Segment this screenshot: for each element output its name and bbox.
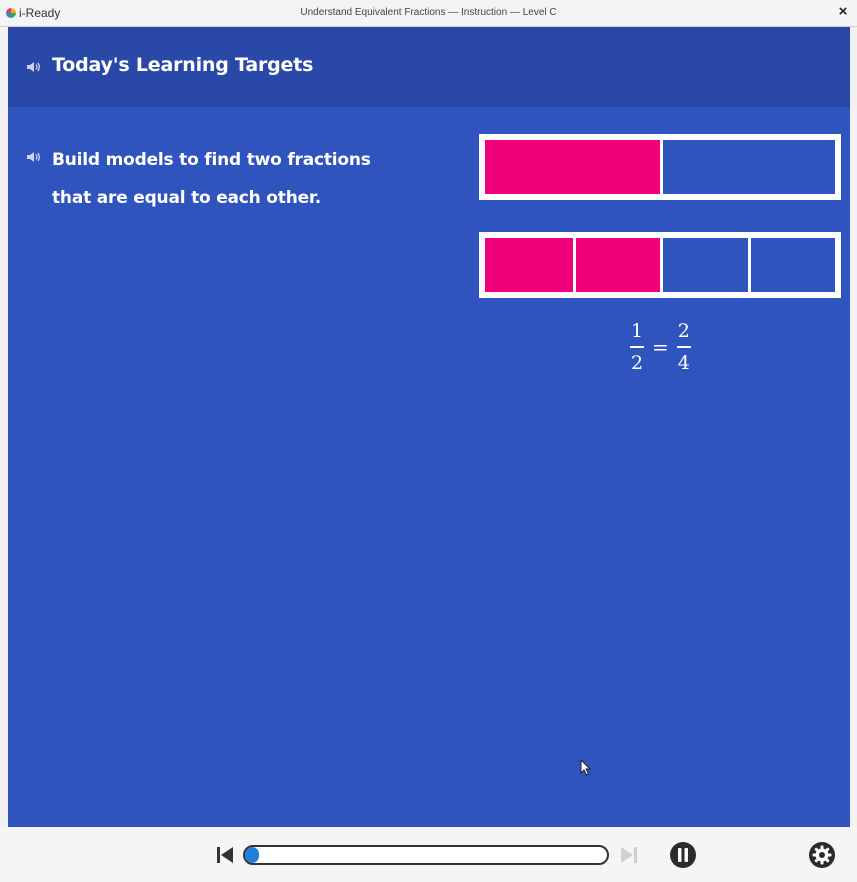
fraction-line (676, 346, 691, 348)
progress-bar[interactable] (243, 845, 609, 865)
fraction-bar-fourths (479, 232, 841, 298)
numerator: 1 (630, 320, 644, 342)
unshaded-part (660, 140, 835, 194)
fraction-left: 1 2 (630, 320, 644, 374)
skip-back-icon[interactable] (216, 845, 234, 865)
progress-fill (245, 847, 260, 863)
skip-forward-icon[interactable] (620, 845, 638, 865)
fraction-line (630, 346, 644, 348)
shaded-part (485, 238, 573, 292)
shaded-part (572, 238, 660, 292)
denominator: 2 (630, 352, 644, 374)
lesson-header: Today's Learning Targets (8, 27, 850, 107)
fraction-equation: 1 2 = 2 4 (630, 320, 691, 374)
lesson-stage: Today's Learning Targets Build models to… (8, 27, 850, 827)
close-button[interactable]: × (835, 3, 851, 21)
title-bar: i-Ready Understand Equivalent Fractions … (0, 0, 857, 27)
unshaded-part (660, 238, 748, 292)
fraction-bar-halves (479, 134, 841, 200)
fraction-right: 2 4 (676, 320, 691, 374)
speaker-icon[interactable] (26, 61, 40, 73)
unshaded-part (747, 238, 835, 292)
playback-controls (0, 827, 857, 882)
gear-icon[interactable] (808, 841, 836, 869)
app-window: i-Ready Understand Equivalent Fractions … (0, 0, 857, 882)
pause-icon[interactable] (669, 841, 697, 869)
learning-target-text: Build models to find two fractions that … (52, 141, 382, 217)
equals-sign: = (652, 335, 669, 359)
shaded-part (485, 140, 660, 194)
learning-target-line-2: that are equal to each other. (52, 188, 321, 208)
numerator: 2 (677, 320, 690, 342)
learning-target-line-1: Build models to find two fractions (52, 150, 371, 170)
denominator: 4 (677, 352, 690, 374)
window-title: Understand Equivalent Fractions — Instru… (300, 7, 557, 18)
page-title: Today's Learning Targets (52, 54, 314, 76)
mouse-cursor-icon (580, 759, 592, 776)
speaker-icon[interactable] (26, 151, 40, 163)
